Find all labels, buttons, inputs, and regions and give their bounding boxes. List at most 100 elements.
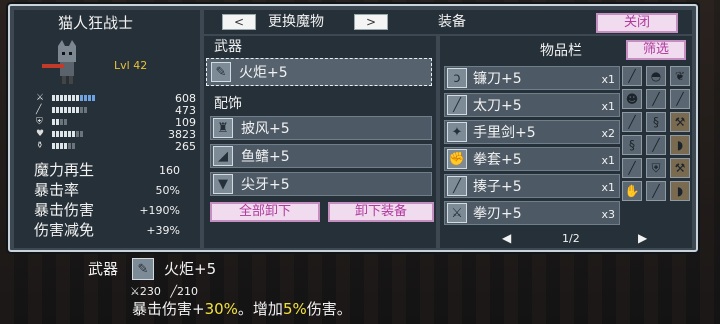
tooltip-item-name: 火炬+5 [164, 260, 217, 278]
accessory-slot[interactable]: ♜ 披风+5 [210, 116, 432, 140]
stat-value: 3823 [168, 127, 196, 141]
close-button[interactable]: 关闭 [596, 13, 678, 33]
cloak-icon: ♜ [213, 118, 233, 138]
wand-icon[interactable]: ╱ [646, 135, 666, 155]
inventory-item-count: x1 [601, 181, 615, 194]
character-name: 猫人狂战士 [58, 14, 134, 32]
attribute-value: +39% [146, 223, 180, 237]
inventory-item-count: x1 [601, 73, 615, 86]
inventory-grid: ╱ ◓ ❦ ☻ ╱ ╱ ╱ § ⚒ § ╱ ◗ ╱ ⛨ ⚒ ✋ ╱ ◗ [622, 66, 690, 201]
page-prev-arrow[interactable]: ◀ [502, 232, 511, 244]
sickle-icon: ↄ [447, 68, 467, 88]
inventory-item[interactable]: ✦ 手里剑+5 x2 [444, 120, 620, 144]
character-panel: 猫人狂战士 Lvl 42 ⚔ 608 ╱ 473 ⛨ 109 ♥ 3823 ⚱ … [14, 10, 200, 248]
attribute-label: 伤害减免 [34, 220, 95, 239]
prev-monster-button[interactable]: < [222, 14, 256, 30]
weapon-slot[interactable]: ✎ 火炬+5 [206, 58, 432, 86]
shield-icon[interactable]: ⛨ [646, 158, 666, 178]
staff-icon[interactable]: ╱ [646, 181, 666, 201]
attribute-label: 暴击伤害 [34, 200, 95, 219]
feather-icon[interactable]: ❦ [670, 66, 690, 86]
scroll-icon[interactable]: § [622, 135, 642, 155]
horn-icon[interactable]: ◗ [670, 181, 690, 201]
inventory-item-name: 拳套+5 [473, 152, 522, 168]
unequip-button[interactable]: 卸下装备 [328, 202, 434, 222]
axe-icon[interactable]: ⚒ [670, 112, 690, 132]
stat-value: 608 [175, 91, 196, 105]
character-portrait [36, 40, 92, 84]
accessory-name: 尖牙+5 [241, 177, 290, 193]
stat-bar [52, 107, 87, 113]
skull-icon[interactable]: ☻ [622, 89, 642, 109]
tooltip-stat-attack: 230 [139, 285, 161, 298]
fist-blade-icon: ⚔ [447, 203, 467, 223]
axe-icon[interactable]: ⚒ [670, 158, 690, 178]
torch-icon: ✎ [211, 62, 231, 82]
stat-value: 265 [175, 139, 196, 153]
sword-icon: ⚔ [36, 93, 45, 103]
item-tooltip: 武器 ✎ 火炬+5 ⚔230 ╱210 暴击伤害+30%。增加5%伤害。 [80, 258, 440, 322]
attribute-row: 暴击率 50% [34, 180, 180, 200]
gauntlet-icon: ✊ [447, 149, 467, 169]
katana-icon: ╱ [447, 95, 467, 115]
inventory-item[interactable]: ✊ 拳套+5 x1 [444, 147, 620, 171]
wand-icon[interactable]: ╱ [622, 158, 642, 178]
desc-text: 伤害。 [306, 300, 352, 318]
desc-text: 。增加 [237, 300, 283, 318]
glove-icon[interactable]: ✋ [622, 181, 642, 201]
inventory-item-count: x1 [601, 154, 615, 167]
next-monster-button[interactable]: > [354, 14, 388, 30]
helmet-icon[interactable]: ◓ [646, 66, 666, 86]
inventory-item-name: 揍子+5 [473, 179, 522, 195]
stat-row: ⛨ 109 [36, 116, 196, 128]
inventory-item-count: x3 [601, 208, 615, 221]
weapon-section-title: 武器 [214, 39, 242, 55]
change-monster-label: 更换魔物 [268, 14, 324, 30]
equipment-title: 装备 [438, 14, 466, 30]
fin-icon: ◢ [213, 146, 233, 166]
wand-icon[interactable]: ╱ [670, 89, 690, 109]
inventory-item[interactable]: ↄ 镰刀+5 x1 [444, 66, 620, 90]
accessory-slot[interactable]: ◢ 鱼鳍+5 [210, 144, 432, 168]
horn-icon[interactable]: ◗ [670, 135, 690, 155]
wand-icon[interactable]: ╱ [622, 112, 642, 132]
shuriken-icon: ✦ [447, 122, 467, 142]
stat-row: ⚔ 608 [36, 92, 196, 104]
shield-icon: ⛨ [36, 117, 43, 127]
accessory-section-title: 配饰 [214, 96, 242, 112]
wand-icon: ╱ [170, 285, 177, 298]
unequip-all-button[interactable]: 全部卸下 [210, 202, 320, 222]
stat-bar [52, 95, 95, 101]
weapon-name: 火炬+5 [239, 65, 288, 81]
stat-value: 473 [175, 103, 196, 117]
stat-bar [52, 143, 75, 149]
stat-row: ⚱ 265 [36, 140, 196, 152]
stat-bar [52, 131, 83, 137]
attribute-value: 50% [155, 183, 180, 197]
scroll-icon[interactable]: § [646, 112, 666, 132]
inventory-item[interactable]: ⚔ 拳刃+5 x3 [444, 201, 620, 225]
inventory-item-count: x1 [601, 100, 615, 113]
accessory-slot[interactable]: ▼ 尖牙+5 [210, 172, 432, 196]
inventory-item[interactable]: ╱ 太刀+5 x1 [444, 93, 620, 117]
page-next-arrow[interactable]: ▶ [638, 232, 647, 244]
attribute-list: 魔力再生 160 暴击率 50% 暴击伤害 +190% 伤害减免 +39% [34, 160, 180, 240]
inventory-title: 物品栏 [540, 43, 582, 59]
filter-button[interactable]: 筛选 [626, 40, 686, 60]
wand-icon[interactable]: ╱ [622, 66, 642, 86]
attribute-value: 160 [159, 163, 180, 177]
inventory-item[interactable]: ╱ 揍子+5 x1 [444, 174, 620, 198]
stat-row: ♥ 3823 [36, 128, 196, 140]
fang-icon: ▼ [213, 174, 233, 194]
attribute-value: +190% [139, 203, 180, 217]
desc-text: 暴击伤害+ [132, 300, 205, 318]
tooltip-stats: ⚔230 ╱210 [130, 286, 198, 297]
wand-icon[interactable]: ╱ [646, 89, 666, 109]
page-indicator: 1/2 [562, 232, 580, 245]
heart-icon: ♥ [36, 129, 45, 139]
inventory-item-name: 镰刀+5 [473, 71, 522, 87]
sword-icon: ⚔ [130, 285, 140, 298]
tooltip-category: 武器 [88, 260, 119, 278]
attribute-row: 暴击伤害 +190% [34, 200, 180, 220]
stick-icon: ╱ [447, 176, 467, 196]
